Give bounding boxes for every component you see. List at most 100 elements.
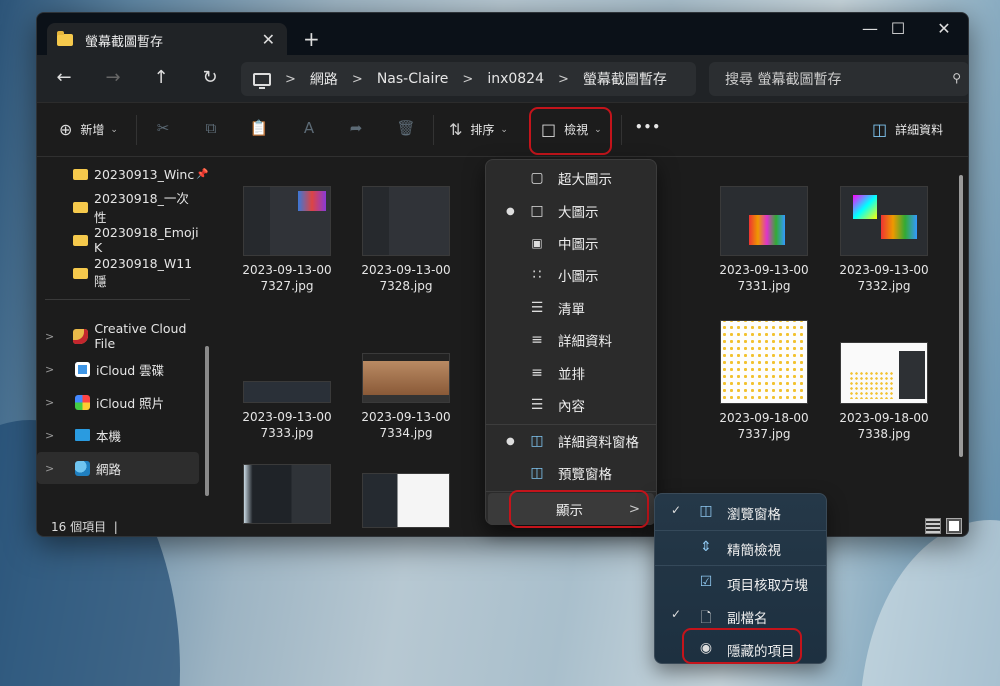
submenu-item-checkboxes[interactable]: ☑ 項目核取方塊 xyxy=(659,567,823,599)
divider xyxy=(136,115,137,145)
sidebar-item-icloud-photos[interactable]: > iCloud 照片 xyxy=(37,386,199,418)
sidebar-pinned-item[interactable]: 20230918_一次性 xyxy=(37,191,199,225)
file-item[interactable]: 2023-09-13-00 7334.jpg xyxy=(351,338,461,441)
menu-item-extra-large-icons[interactable]: ▢ 超大圖示 xyxy=(490,162,652,194)
expand-arrow-icon[interactable]: > xyxy=(45,429,61,442)
paste-icon[interactable]: 📋 xyxy=(248,119,270,141)
sidebar-scrollbar[interactable] xyxy=(205,346,209,496)
sort-icon: ⇅ xyxy=(449,120,463,139)
back-button[interactable]: ← xyxy=(51,67,77,88)
compact-view-icon: ⇕ xyxy=(700,539,712,555)
details-view-toggle[interactable] xyxy=(925,518,941,534)
file-item[interactable]: 2023-09-13-00 7333.jpg xyxy=(232,338,342,441)
preview-pane-icon: ◫ xyxy=(530,465,544,481)
maximize-button[interactable]: ☐ xyxy=(883,19,913,38)
close-button[interactable]: ✕ xyxy=(929,19,959,38)
tab-close-icon[interactable]: ✕ xyxy=(262,30,275,49)
sidebar-item-label: 20230918_W11隱 xyxy=(94,256,193,289)
menu-item-details-pane[interactable]: ● ◫ 詳細資料窗格 xyxy=(490,425,652,457)
new-button[interactable]: ⊕ 新增 ⌄ xyxy=(59,120,118,139)
sidebar-item-creative-cloud[interactable]: > Creative Cloud File xyxy=(37,320,199,352)
large-icons-icon: □ xyxy=(530,203,544,219)
menu-item-tiles[interactable]: ≡ 並排 xyxy=(490,357,652,389)
menu-item-details[interactable]: ≡ 詳細資料 xyxy=(490,324,652,356)
rename-icon[interactable]: A xyxy=(298,119,320,141)
expand-arrow-icon[interactable]: > xyxy=(45,396,61,409)
menu-item-large-icons[interactable]: ● □ 大圖示 xyxy=(490,195,652,227)
sidebar-item-label: 本機 xyxy=(96,428,122,444)
breadcrumb-current[interactable]: 螢幕截圖暫存 xyxy=(583,69,667,89)
file-name-line1: 2023-09-13-00 xyxy=(719,263,809,277)
cut-icon[interactable]: ✂ xyxy=(152,119,174,141)
menu-item-medium-icons[interactable]: ▣ 中圖示 xyxy=(490,227,652,259)
file-item[interactable] xyxy=(351,473,461,534)
file-thumbnail xyxy=(840,186,928,256)
icloud-photos-icon xyxy=(75,394,90,410)
plus-circle-icon: ⊕ xyxy=(59,120,73,139)
address-bar[interactable]: > 網路 > Nas-Claire > inx0824 > 螢幕截圖暫存 xyxy=(241,62,696,96)
forward-button[interactable]: → xyxy=(100,67,126,88)
network-icon xyxy=(75,460,90,476)
sidebar-item-network[interactable]: > 網路 xyxy=(37,452,199,484)
sidebar-item-this-pc[interactable]: > 本機 xyxy=(37,419,199,451)
menu-item-small-icons[interactable]: ∷ 小圖示 xyxy=(490,259,652,291)
sidebar-item-icloud-drive[interactable]: > iCloud 雲碟 xyxy=(37,353,199,385)
submenu-item-navigation-pane[interactable]: ✓ ◫ 瀏覽窗格 xyxy=(659,496,823,528)
share-icon[interactable]: ➦ xyxy=(345,119,367,141)
expand-arrow-icon[interactable]: > xyxy=(45,330,59,343)
new-tab-button[interactable]: + xyxy=(303,27,320,51)
submenu-item-compact-view[interactable]: ⇕ 精簡檢視 xyxy=(659,532,823,564)
breadcrumb-network[interactable]: 網路 xyxy=(310,69,338,89)
menu-item-preview-pane[interactable]: ◫ 預覽窗格 xyxy=(490,457,652,489)
sidebar-pinned-item[interactable]: 20230913_Winc 📌 xyxy=(37,158,209,190)
icloud-drive-icon xyxy=(75,361,90,377)
computer-icon xyxy=(253,72,271,89)
folder-icon xyxy=(73,201,88,213)
search-input[interactable]: 搜尋 螢幕截圖暫存 ⚲ xyxy=(709,62,968,96)
tab-title: 螢幕截圖暫存 xyxy=(85,34,164,50)
delete-icon[interactable]: 🗑 xyxy=(395,119,417,141)
tab-active[interactable]: 螢幕截圖暫存 ✕ xyxy=(47,23,287,57)
expand-arrow-icon[interactable]: > xyxy=(45,363,61,376)
sidebar-pinned-item[interactable]: 20230918_Emoji K xyxy=(37,224,199,256)
content-scrollbar[interactable] xyxy=(959,175,963,457)
file-item[interactable]: 2023-09-13-00 7332.jpg xyxy=(829,186,939,294)
this-pc-icon xyxy=(75,429,90,441)
breadcrumb-nas[interactable]: Nas-Claire xyxy=(377,71,449,87)
submenu-item-label: 瀏覽窗格 xyxy=(727,507,781,523)
details-pane-button[interactable]: ◫ 詳細資料 xyxy=(872,120,943,139)
command-bar: ⊕ 新增 ⌄ ✂ ⧉ 📋 A ➦ 🗑 ⇅ 排序 ⌄ □ 檢視 ⌄ ••• ◫ 詳… xyxy=(37,103,968,157)
file-thumbnail xyxy=(243,464,331,524)
large-icons-view-toggle[interactable] xyxy=(946,518,962,534)
tiles-icon: ≡ xyxy=(531,365,543,381)
item-checkbox-icon: ☑ xyxy=(699,574,713,590)
menu-item-label: 清單 xyxy=(558,302,585,318)
menu-item-list[interactable]: ☰ 清單 xyxy=(490,292,652,324)
chevron-down-icon: ⌄ xyxy=(500,124,508,135)
file-item[interactable]: 2023-09-13-00 7328.jpg xyxy=(351,186,461,294)
file-name-line1: 2023-09-13-00 xyxy=(839,263,929,277)
file-item[interactable]: 2023-09-18-00 7338.jpg xyxy=(829,320,939,442)
more-options-button[interactable]: ••• xyxy=(635,120,661,134)
menu-item-content[interactable]: ☰ 內容 xyxy=(490,389,652,421)
sidebar-pinned-item[interactable]: 20230918_W11隱 xyxy=(37,256,199,289)
menu-item-label: 詳細資料窗格 xyxy=(558,435,639,451)
file-item[interactable] xyxy=(232,464,342,530)
up-button[interactable]: ↑ xyxy=(148,67,174,88)
file-name-line2: 7334.jpg xyxy=(379,426,433,440)
medium-icons-icon: ▣ xyxy=(531,236,543,250)
navigation-bar: ← → ↑ ↻ > 網路 > Nas-Claire > inx0824 > 螢幕… xyxy=(37,55,968,103)
sort-button[interactable]: ⇅ 排序 ⌄ xyxy=(449,120,508,139)
file-item[interactable]: 2023-09-18-00 7337.jpg xyxy=(709,320,819,442)
minimize-button[interactable]: — xyxy=(855,19,885,38)
file-name-line2: 7337.jpg xyxy=(737,427,791,441)
copy-icon[interactable]: ⧉ xyxy=(200,119,222,141)
file-item[interactable]: 2023-09-13-00 7327.jpg xyxy=(232,186,342,294)
file-item[interactable]: 2023-09-13-00 7331.jpg xyxy=(709,186,819,294)
expand-arrow-icon[interactable]: > xyxy=(45,462,61,475)
refresh-button[interactable]: ↻ xyxy=(197,67,223,88)
menu-item-label: 中圖示 xyxy=(558,237,599,253)
menu-item-label: 內容 xyxy=(558,399,585,415)
breadcrumb-inx[interactable]: inx0824 xyxy=(487,71,544,87)
file-name-line2: 7333.jpg xyxy=(260,426,314,440)
